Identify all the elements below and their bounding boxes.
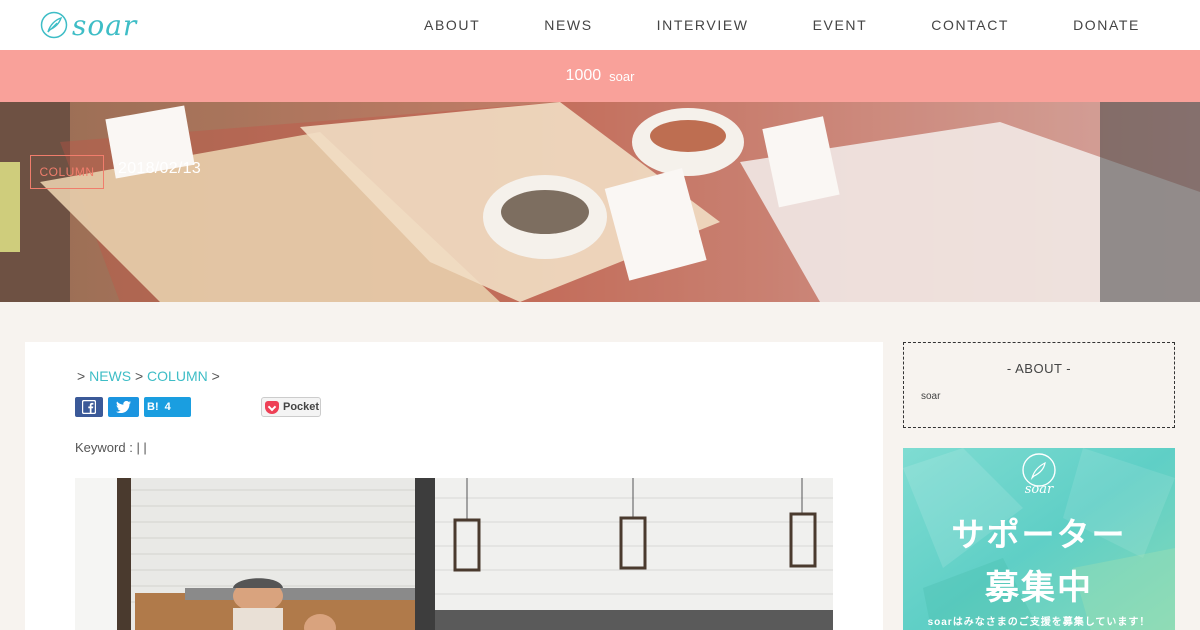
supporter-logo-text: soar — [1024, 482, 1054, 497]
nav-event[interactable]: EVENT — [813, 17, 868, 33]
breadcrumb-column[interactable]: COLUMN — [147, 368, 208, 384]
pocket-button[interactable]: Pocket — [261, 397, 321, 417]
nav-contact[interactable]: CONTACT — [931, 17, 1009, 33]
pocket-icon — [265, 400, 279, 414]
feather-logo-icon — [40, 11, 68, 39]
announcement-banner[interactable]: 1000 soar — [0, 50, 1200, 102]
hatena-bookmark-button[interactable]: B! 4 — [144, 397, 191, 417]
nav-interview[interactable]: INTERVIEW — [657, 17, 749, 33]
site-logo-text: soar — [72, 8, 138, 42]
keyword-value: | | — [136, 440, 147, 455]
breadcrumb-sep: > — [211, 368, 220, 384]
category-badge[interactable]: COLUMN — [30, 155, 104, 189]
share-buttons: B! 4 Pocket — [75, 397, 335, 417]
keyword-label: Keyword : — [75, 440, 133, 455]
breadcrumb: > NEWS > COLUMN > — [77, 368, 220, 384]
breadcrumb-sep: > — [77, 368, 86, 384]
sidebar-about: - ABOUT - soar — [903, 342, 1175, 428]
article-photo — [75, 478, 833, 630]
facebook-icon — [82, 400, 96, 414]
hatena-label: B! — [147, 401, 159, 413]
hatena-count: 4 — [164, 401, 171, 413]
twitter-icon — [116, 401, 131, 413]
supporter-heading: サポーター — [951, 516, 1127, 553]
about-title: - ABOUT - — [1006, 361, 1072, 376]
facebook-share-button[interactable] — [75, 397, 103, 417]
banner-number: 1000 — [565, 67, 602, 84]
keyword-row: Keyword : | | — [75, 440, 147, 455]
nav-news[interactable]: NEWS — [544, 17, 592, 33]
banner-text: soar — [609, 68, 635, 84]
site-header: soar ABOUT NEWS INTERVIEW EVENT CONTACT … — [0, 0, 1200, 50]
supporter-banner[interactable]: soar サポーター 募集中 soarはみなさまのご支援を募集しています！ — [903, 448, 1175, 630]
supporter-subheading: 募集中 — [985, 569, 1093, 607]
article-hero: COLUMN 2018/02/13 — [0, 102, 1200, 302]
twitter-share-button[interactable] — [108, 397, 139, 417]
breadcrumb-news[interactable]: NEWS — [89, 368, 131, 384]
nav-donate[interactable]: DONATE — [1073, 17, 1140, 33]
supporter-caption: soarはみなさまのご支援を募集しています！ — [927, 617, 1151, 628]
pocket-label: Pocket — [283, 401, 320, 413]
post-date: 2018/02/13 — [118, 160, 202, 177]
site-logo[interactable]: soar — [40, 8, 137, 42]
about-text: soar — [921, 391, 941, 402]
article-photo-image — [75, 478, 833, 630]
hero-image — [0, 102, 1200, 302]
article-card: > NEWS > COLUMN > B! 4 Pocket Keyword : … — [25, 342, 883, 630]
breadcrumb-sep: > — [134, 368, 144, 384]
nav-about[interactable]: ABOUT — [424, 17, 480, 33]
main-nav: ABOUT NEWS INTERVIEW EVENT CONTACT DONAT… — [360, 0, 1140, 50]
